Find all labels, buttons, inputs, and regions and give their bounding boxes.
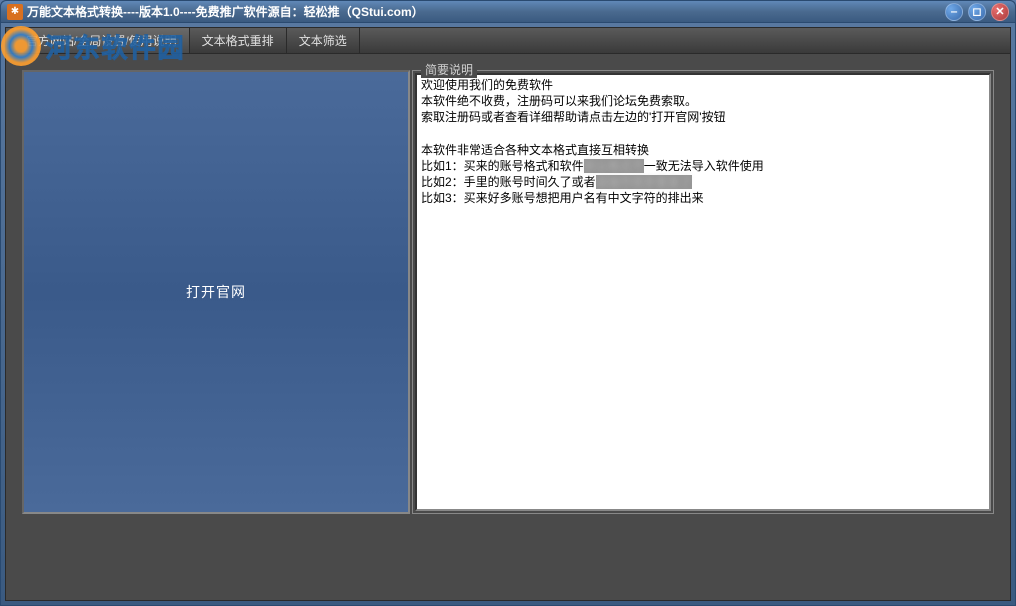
client-area: 河东软件园 官方网站/全局设置/使用说明 文本格式重排 文本筛选 打开官网 简要… [5,27,1011,601]
application-window: ✱ 万能文本格式转换----版本1.0----免费推广软件源自：轻松推（QStu… [0,0,1016,606]
titlebar[interactable]: ✱ 万能文本格式转换----版本1.0----免费推广软件源自：轻松推（QStu… [1,1,1015,23]
menubar: 官方网站/全局设置/使用说明 文本格式重排 文本筛选 [6,28,1010,54]
window-controls: ‒ ◻ ✕ [945,3,1009,21]
menu-item-text-reformat[interactable]: 文本格式重排 [190,28,287,53]
window-title: 万能文本格式转换----版本1.0----免费推广软件源自：轻松推（QStui.… [27,3,945,20]
description-legend: 简要说明 [421,61,477,78]
bottom-spacer [6,530,1010,600]
app-icon: ✱ [7,4,23,20]
menu-item-website-settings-help[interactable]: 官方网站/全局设置/使用说明 [14,28,190,53]
content-area: 打开官网 简要说明 欢迎使用我们的免费软件 本软件绝不收费，注册码可以来我们论坛… [6,54,1010,530]
open-website-button[interactable]: 打开官网 [22,70,410,514]
right-panel: 简要说明 欢迎使用我们的免费软件 本软件绝不收费，注册码可以来我们论坛免费索取。… [412,70,994,514]
maximize-button[interactable]: ◻ [968,3,986,21]
left-panel: 打开官网 [22,70,410,514]
minimize-button[interactable]: ‒ [945,3,963,21]
open-website-label: 打开官网 [186,282,246,302]
menu-item-text-filter[interactable]: 文本筛选 [287,28,360,53]
close-button[interactable]: ✕ [991,3,1009,21]
description-textarea[interactable]: 欢迎使用我们的免费软件 本软件绝不收费，注册码可以来我们论坛免费索取。 索取注册… [415,73,991,511]
description-groupbox: 简要说明 欢迎使用我们的免费软件 本软件绝不收费，注册码可以来我们论坛免费索取。… [412,70,994,514]
